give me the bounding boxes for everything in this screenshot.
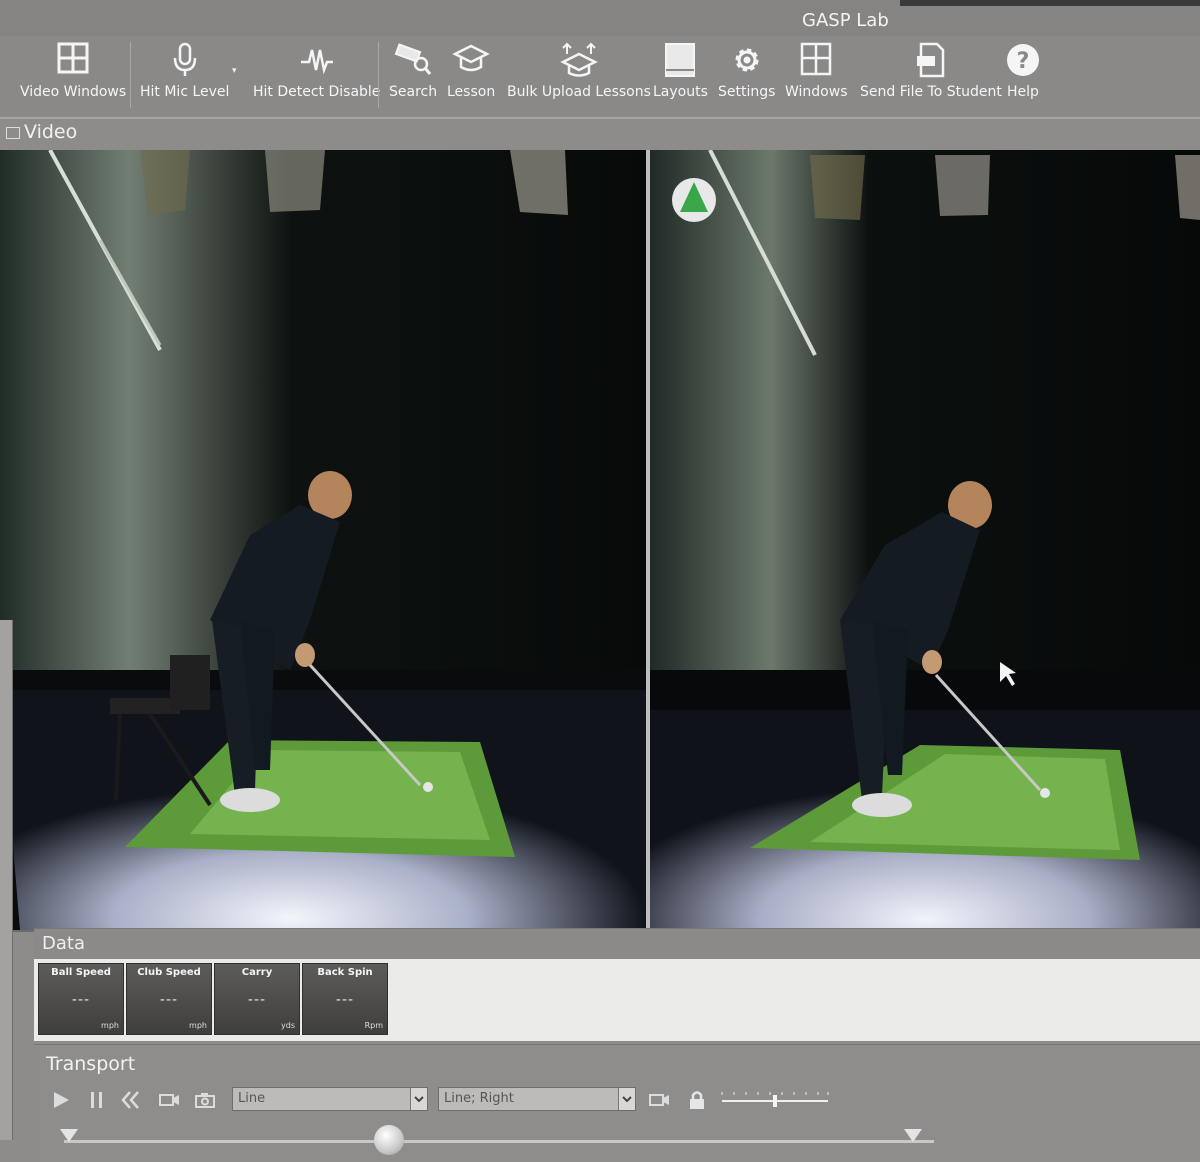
carry-tile[interactable]: Carry --- yds [214, 963, 300, 1035]
microphone-icon [173, 42, 196, 76]
club-speed-tile[interactable]: Club Speed --- mph [126, 963, 212, 1035]
ribbon-separator [378, 42, 379, 108]
help-button[interactable]: ? Help [1003, 40, 1043, 100]
hit-detect-disable-button[interactable]: Hit Detect Disable [253, 40, 380, 100]
mic-level-dropdown-arrow[interactable]: ▾ [232, 66, 237, 76]
record-video-icon[interactable] [648, 1089, 670, 1111]
ball-speed-unit: mph [101, 1021, 119, 1030]
search-icon [394, 43, 432, 75]
bulk-upload-icon [560, 42, 598, 77]
left-scrollbar[interactable] [0, 620, 13, 1140]
hit-mic-level-label: Hit Mic Level [140, 84, 230, 100]
send-file-to-student-button[interactable]: Send File To Student [860, 40, 1002, 100]
data-header-label: Data [42, 933, 85, 954]
chevron-down-icon[interactable] [618, 1088, 635, 1110]
carry-unit: yds [281, 1021, 295, 1030]
ball-speed-title: Ball Speed [51, 967, 111, 978]
play-icon[interactable] [50, 1089, 72, 1111]
bulk-upload-lessons-button[interactable]: Bulk Upload Lessons [507, 40, 651, 100]
video-camera-icon[interactable] [158, 1089, 180, 1111]
speed-slider[interactable] [720, 1089, 830, 1109]
send-file-icon [916, 42, 945, 78]
title-bar: GASP Lab [0, 0, 1200, 36]
lesson-button[interactable]: Lesson [447, 40, 495, 100]
ribbon-toolbar: Video Windows Hit Mic Level ▾ Hit Detect… [0, 36, 1200, 116]
transport-header-label: Transport [46, 1053, 136, 1075]
back-spin-tile[interactable]: Back Spin --- Rpm [302, 963, 388, 1035]
timeline-end-marker[interactable] [904, 1129, 922, 1142]
back-spin-unit: Rpm [364, 1021, 383, 1030]
layouts-button[interactable]: Layouts [653, 40, 708, 100]
pane-splitter[interactable] [646, 150, 650, 930]
pause-icon[interactable] [86, 1089, 108, 1111]
bulk-upload-lessons-label: Bulk Upload Lessons [507, 84, 651, 100]
settings-button[interactable]: Settings [718, 40, 775, 100]
video-area [0, 150, 1200, 932]
layouts-icon [665, 43, 696, 77]
club-speed-value: --- [159, 992, 179, 1008]
ribbon-separator [130, 42, 131, 108]
timeline-track[interactable] [64, 1140, 934, 1143]
svg-text:?: ? [1017, 49, 1030, 74]
settings-label: Settings [718, 84, 776, 100]
overlay-select[interactable]: Line; Right [438, 1087, 636, 1111]
help-icon: ? [1007, 44, 1039, 76]
chevron-down-icon[interactable] [410, 1088, 427, 1110]
hit-detect-icon [300, 49, 333, 75]
golfer-video-frame-left [0, 150, 646, 930]
windows-label: Windows [785, 84, 848, 100]
send-file-to-student-label: Send File To Student [860, 84, 1002, 100]
ball-speed-value: --- [71, 992, 91, 1008]
search-button[interactable]: Search [389, 40, 437, 100]
lesson-icon [452, 44, 490, 72]
carry-value: --- [247, 992, 267, 1008]
video-pane-right[interactable] [650, 150, 1200, 930]
video-windows-label: Video Windows [20, 84, 127, 100]
video-windows-button[interactable]: Video Windows [20, 40, 126, 100]
camera-icon[interactable] [194, 1089, 216, 1111]
rewind-icon[interactable] [120, 1089, 142, 1111]
hit-mic-level-button[interactable]: Hit Mic Level [140, 40, 229, 100]
overlay-select-value: Line; Right [444, 1091, 514, 1106]
club-speed-unit: mph [189, 1021, 207, 1030]
draw-tool-select-value: Line [238, 1091, 266, 1106]
draw-tool-select[interactable]: Line [232, 1087, 428, 1111]
lock-icon[interactable] [686, 1089, 708, 1111]
video-section-header: Video [0, 118, 1200, 148]
windows-icon [801, 42, 832, 76]
pin-icon[interactable] [6, 127, 20, 139]
transport-panel: Transport Line Line; Right [34, 1044, 1200, 1162]
ball-speed-tile[interactable]: Ball Speed --- mph [38, 963, 124, 1035]
golfer-video-frame-right [650, 150, 1200, 930]
carry-title: Carry [241, 967, 273, 978]
timeline-start-marker[interactable] [60, 1129, 78, 1142]
club-speed-title: Club Speed [137, 967, 201, 978]
window-edge [900, 0, 1200, 6]
gear-icon [735, 48, 759, 72]
video-pane-left[interactable] [0, 150, 646, 930]
app-title: GASP Lab [802, 10, 889, 31]
layouts-label: Layouts [653, 84, 708, 100]
help-label: Help [1007, 84, 1039, 100]
lesson-label: Lesson [447, 84, 496, 100]
search-label: Search [389, 84, 438, 100]
back-spin-value: --- [335, 992, 355, 1008]
video-windows-icon [57, 42, 89, 74]
data-header: Data [34, 929, 1200, 959]
video-header-label: Video [24, 121, 78, 143]
hit-detect-disable-label: Hit Detect Disable [253, 84, 381, 100]
back-spin-title: Back Spin [317, 967, 373, 978]
windows-button[interactable]: Windows [785, 40, 848, 100]
data-panel: Data Ball Speed --- mph Club Speed --- m… [34, 928, 1200, 1041]
timeline-playhead[interactable] [374, 1125, 404, 1155]
